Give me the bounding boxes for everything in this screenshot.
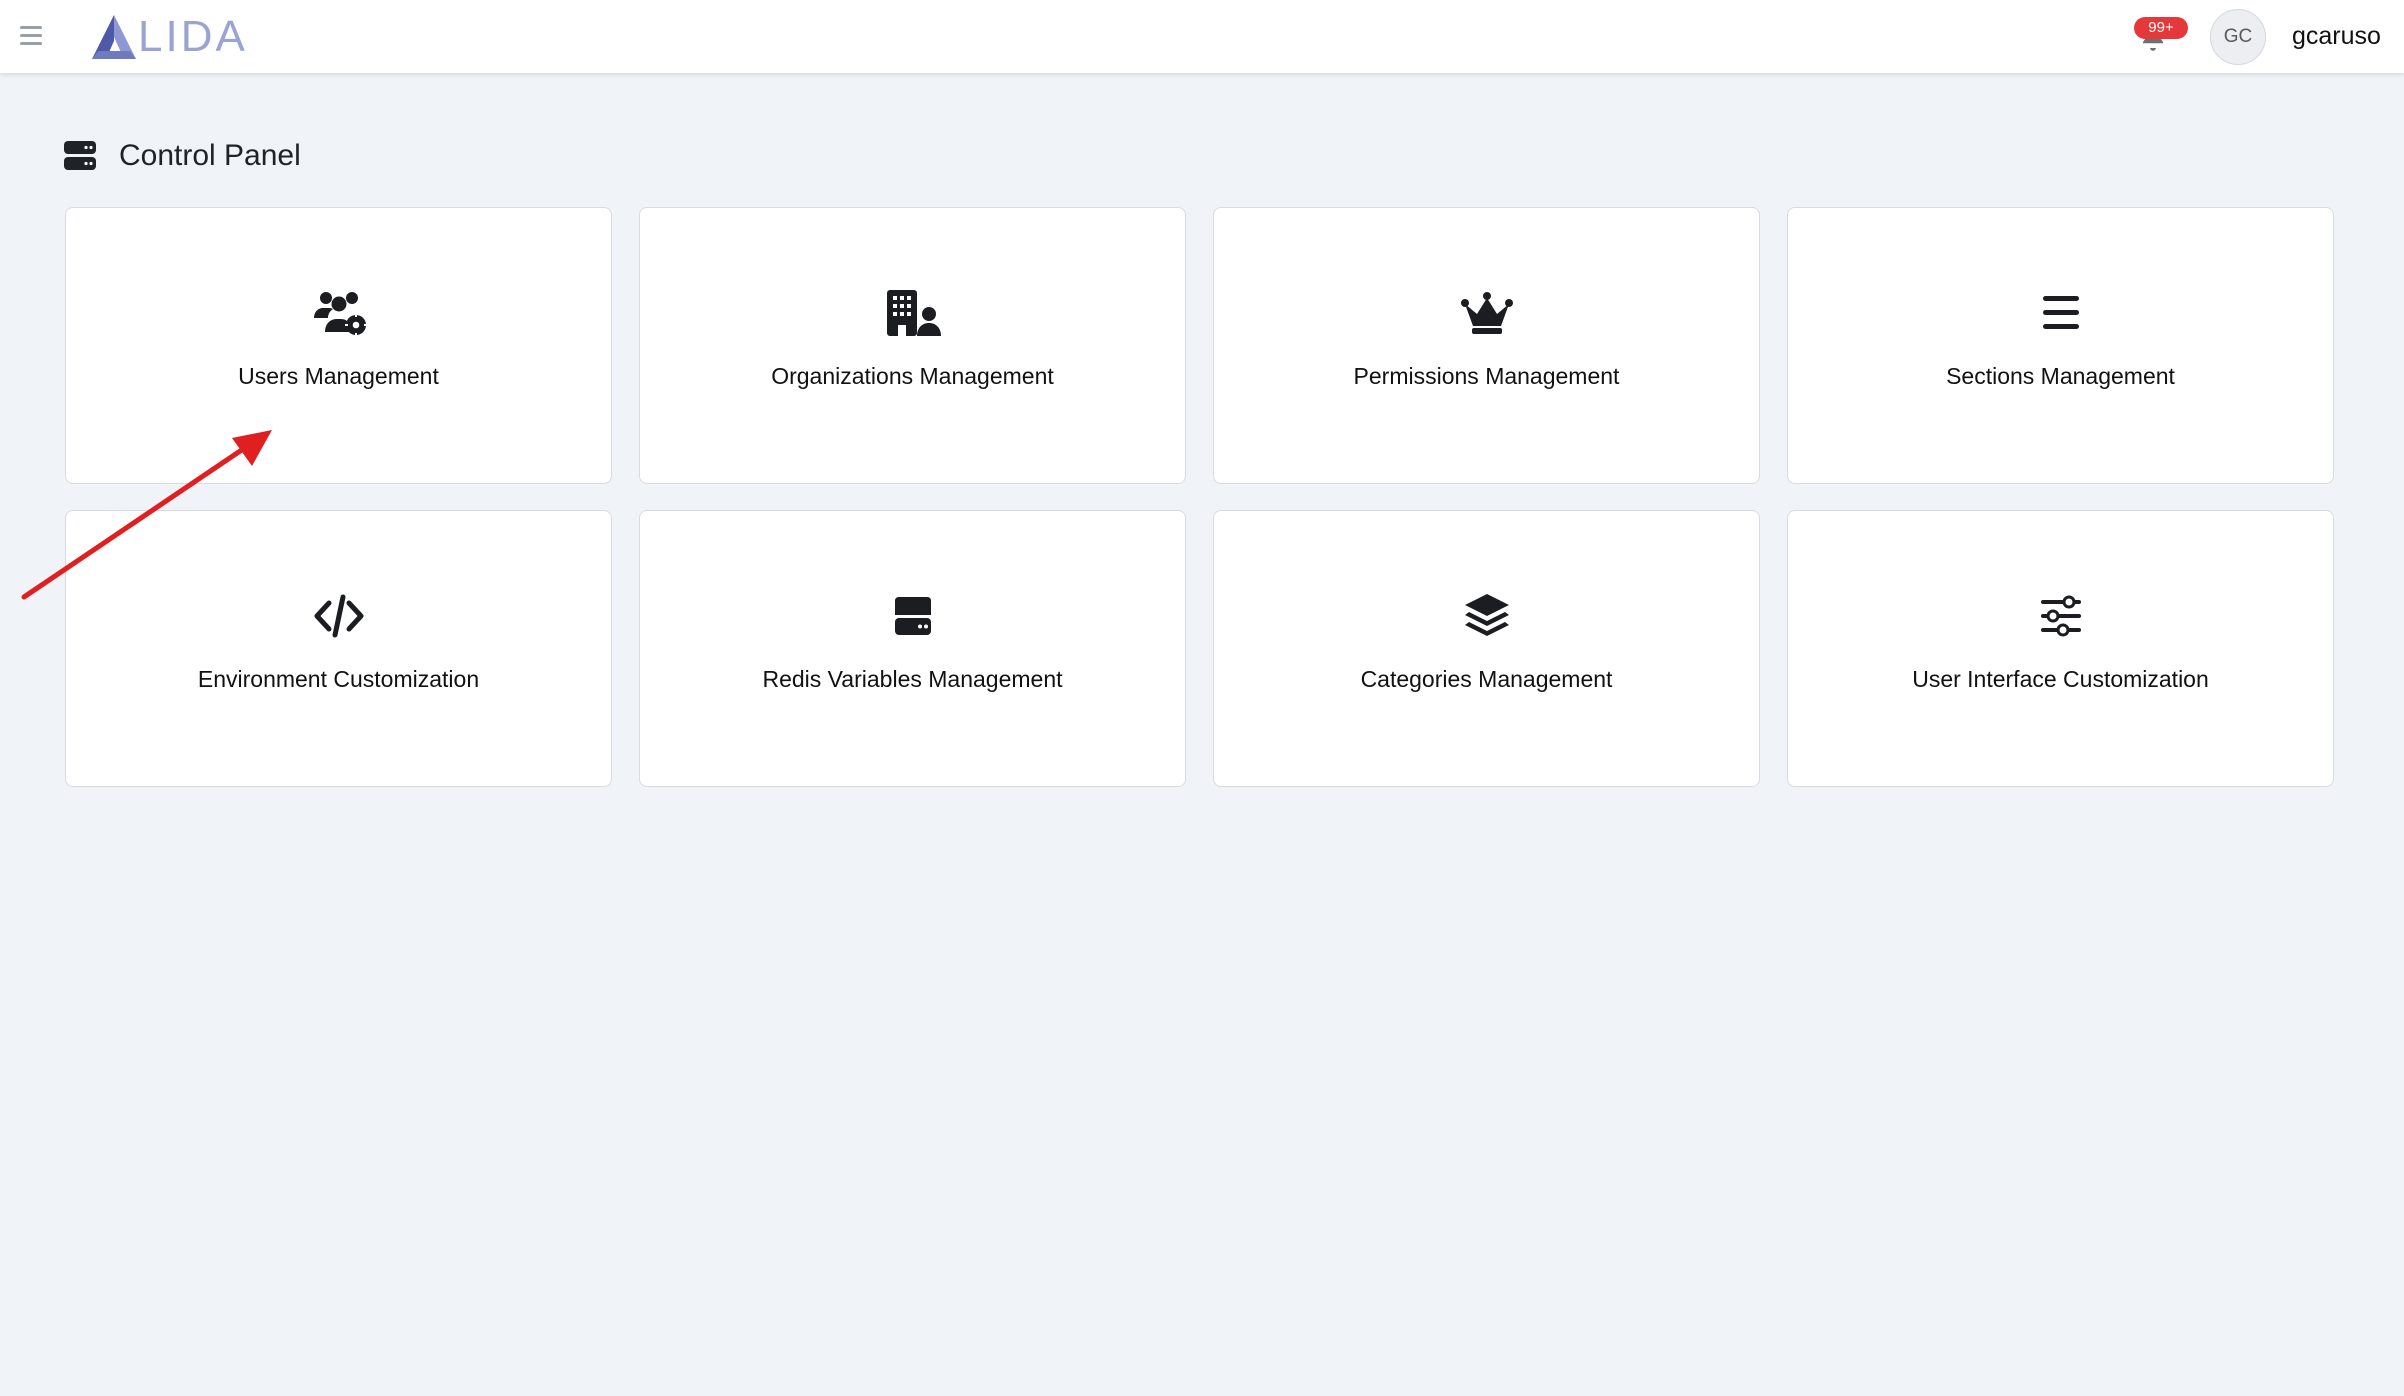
page-title: Control Panel xyxy=(119,139,301,172)
code-icon xyxy=(314,594,363,638)
notification-badge: 99+ xyxy=(2134,17,2188,39)
card-label: Users Management xyxy=(238,363,439,389)
page-header: Control Panel xyxy=(64,136,301,176)
sliders-icon xyxy=(2040,595,2081,637)
card-label: Permissions Management xyxy=(1353,363,1620,389)
server-icon xyxy=(64,141,96,170)
card-users-management[interactable]: Users Management xyxy=(65,207,612,484)
user-avatar[interactable]: GC xyxy=(2210,9,2266,65)
card-label: Environment Customization xyxy=(197,666,480,692)
logo-triangle-icon xyxy=(92,15,136,59)
top-bar: LIDA 99+ GC gcaruso xyxy=(0,0,2404,73)
card-label: User Interface Customization xyxy=(1912,666,2209,692)
card-user-interface-customization[interactable]: User Interface Customization xyxy=(1787,510,2334,787)
menu-toggle-icon[interactable] xyxy=(20,26,46,48)
app-logo[interactable]: LIDA xyxy=(88,12,248,62)
card-label: Sections Management xyxy=(1946,363,2175,389)
card-label: Redis Variables Management xyxy=(762,666,1063,692)
username-label[interactable]: gcaruso xyxy=(2292,22,2381,51)
users-gear-icon xyxy=(313,292,367,336)
card-label: Organizations Management xyxy=(771,363,1054,389)
card-categories-management[interactable]: Categories Management xyxy=(1213,510,1760,787)
card-permissions-management[interactable]: Permissions Management xyxy=(1213,207,1760,484)
card-environment-customization[interactable]: Environment Customization xyxy=(65,510,612,787)
logo-text: LIDA xyxy=(138,12,248,61)
card-label: Categories Management xyxy=(1360,666,1613,692)
layer-group-icon xyxy=(1464,594,1509,636)
card-redis-variables-management[interactable]: Redis Variables Management xyxy=(639,510,1186,787)
list-icon xyxy=(2042,296,2079,329)
card-sections-management[interactable]: Sections Management xyxy=(1787,207,2334,484)
building-user-icon xyxy=(886,290,941,336)
crown-icon xyxy=(1460,292,1513,334)
card-organizations-management[interactable]: Organizations Management xyxy=(639,207,1186,484)
hard-drive-icon xyxy=(894,597,931,635)
